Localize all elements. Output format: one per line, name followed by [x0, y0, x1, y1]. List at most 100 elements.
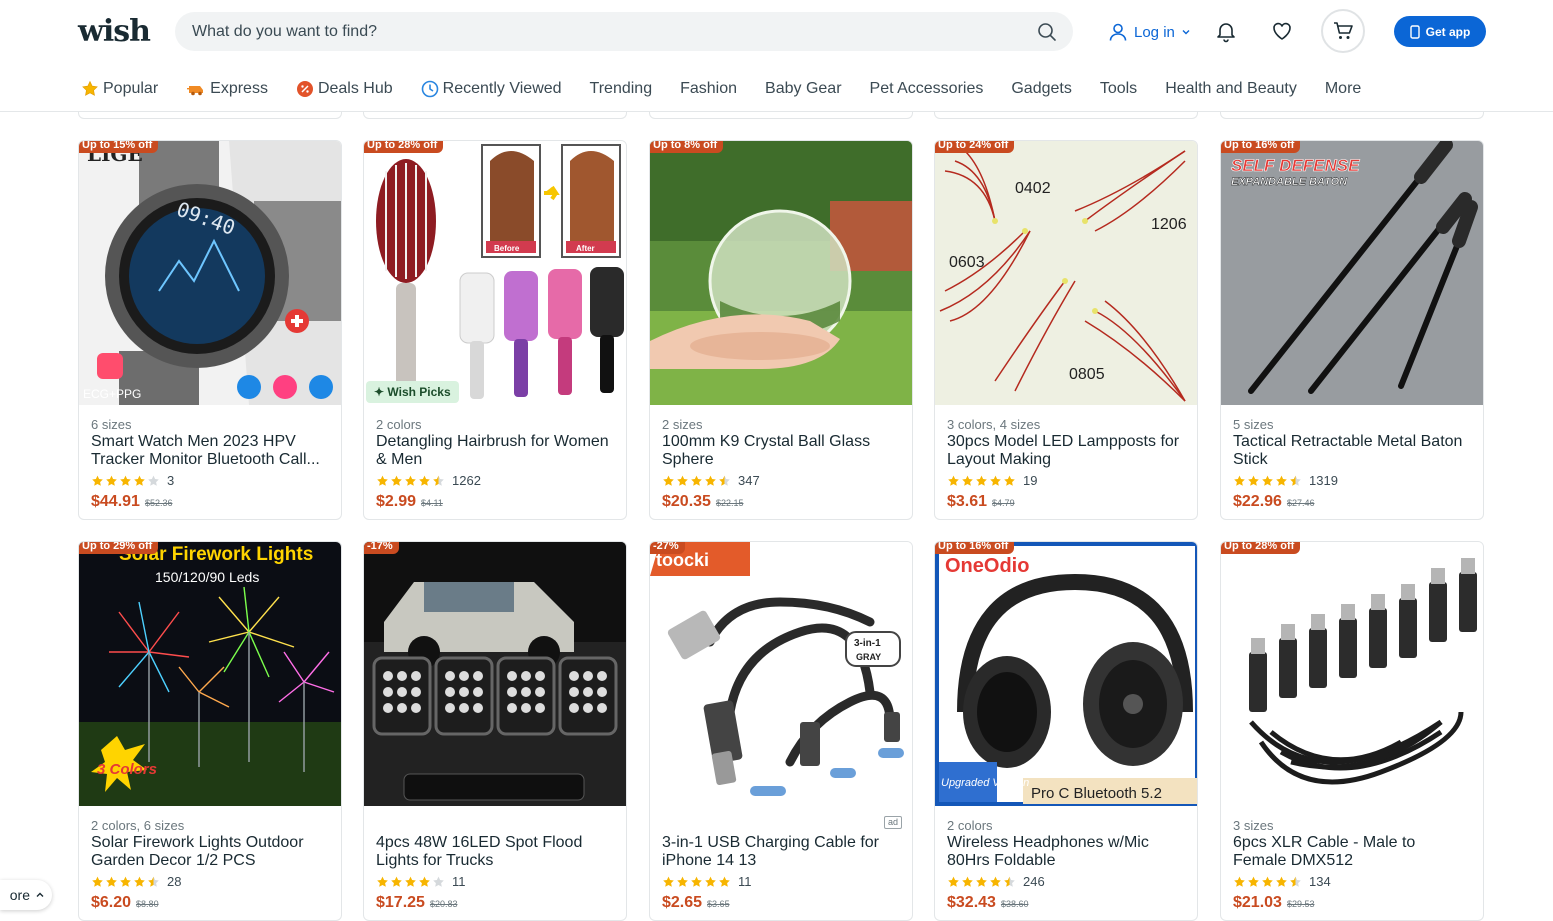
- notifications-bell-icon[interactable]: [1212, 17, 1240, 45]
- original-price: $3.65: [707, 899, 730, 909]
- product-card[interactable]: Before After Up to 28% off ✦ Wish Picks …: [363, 140, 627, 520]
- flood-lights-image[interactable]: [364, 542, 626, 806]
- product-card[interactable]: Solar Firework Lights 150/120/90 Leds 3 …: [78, 541, 342, 921]
- star-rating: [376, 475, 446, 487]
- star-icon: [1248, 475, 1259, 486]
- product-rating: 1262: [376, 473, 481, 488]
- nav-health-and-beauty[interactable]: Health and Beauty: [1165, 80, 1297, 98]
- headphones-model-text: Pro C Bluetooth 5.2: [1031, 785, 1162, 802]
- discount-badge: Up to 28% off: [364, 141, 444, 153]
- product-rating: 28: [91, 874, 181, 889]
- nav-popular[interactable]: Popular: [81, 80, 158, 98]
- product-rating: 19: [947, 473, 1037, 488]
- product-card[interactable]: Up to 8% off 2 sizes 100mm K9 Crystal Ba…: [649, 140, 913, 520]
- nav-recently-viewed[interactable]: Recently Viewed: [421, 80, 562, 98]
- current-price: $21.03: [1233, 894, 1282, 911]
- firework-lights-image[interactable]: Solar Firework Lights 150/120/90 Leds 3 …: [79, 542, 341, 806]
- review-count: 3: [167, 473, 175, 488]
- product-card[interactable]: OneOdio Upgraded Version Pro C Bluetooth…: [934, 541, 1198, 921]
- smart-watch-image[interactable]: 09:40 LIGE ECG+PPG: [79, 141, 341, 405]
- star-icon: [691, 876, 702, 887]
- product-card[interactable]: SELF DEFENSE EXPANDABLE BATON Up to 16% …: [1220, 140, 1484, 520]
- price-block: $22.96 $27.46: [1233, 493, 1314, 511]
- current-price: $17.25: [376, 894, 425, 911]
- product-title[interactable]: Tactical Retractable Metal Baton Stick: [1233, 433, 1473, 469]
- product-title[interactable]: Solar Firework Lights Outdoor Garden Dec…: [91, 834, 331, 870]
- star-icon: [405, 475, 416, 486]
- nav-gadgets[interactable]: Gadgets: [1011, 80, 1071, 98]
- crystal-ball-image[interactable]: [650, 141, 912, 405]
- star-icon: [148, 876, 159, 887]
- wish-logo[interactable]: wish: [78, 14, 151, 49]
- nav-trending[interactable]: Trending: [590, 80, 653, 98]
- original-price: $22.15: [715, 498, 744, 508]
- wishlist-heart-icon[interactable]: [1268, 17, 1296, 45]
- show-more-button[interactable]: ore: [0, 880, 52, 910]
- nav-express[interactable]: Express: [186, 80, 268, 98]
- product-title[interactable]: 6pcs XLR Cable - Male to Female DMX512: [1233, 834, 1473, 870]
- nav-deals-hub[interactable]: Deals Hub: [296, 80, 393, 98]
- original-price: $4.11: [421, 498, 443, 508]
- star-rating: [91, 876, 161, 888]
- product-card[interactable]: 0402 1206 0603 0805 Up to 24% off 3 colo…: [934, 140, 1198, 520]
- price-block: $17.25 $20.83: [376, 894, 457, 912]
- chevron-up-icon: [36, 892, 44, 897]
- product-card[interactable]: toocki 3-in-1 GRAY -27% ad 3-in-1 USB Ch…: [649, 541, 913, 921]
- price-block: $21.03 $29.53: [1233, 894, 1314, 912]
- watch-ecg-text: ECG+PPG: [83, 387, 141, 401]
- discount-badge: Up to 8% off: [650, 141, 724, 153]
- xlr-cable-image[interactable]: [1221, 542, 1483, 806]
- cart-icon: [1334, 22, 1353, 39]
- hairbrush-image[interactable]: Before After: [364, 141, 626, 405]
- product-title[interactable]: 3-in-1 USB Charging Cable for iPhone 14 …: [662, 834, 902, 870]
- product-title[interactable]: 30pcs Model LED Lampposts for Layout Mak…: [947, 433, 1187, 469]
- product-card[interactable]: 09:40 LIGE ECG+PPG Up to 15% off 6 sizes…: [78, 140, 342, 520]
- star-icon: [705, 475, 716, 486]
- firework-colors-text: 3 Colors: [97, 761, 157, 778]
- original-price: $38.60: [1000, 899, 1029, 909]
- variant-count: 5 sizes: [1233, 417, 1274, 432]
- variant-count: 2 sizes: [662, 417, 703, 432]
- login-button[interactable]: Log in: [1108, 20, 1197, 44]
- baton-image[interactable]: SELF DEFENSE EXPANDABLE BATON: [1221, 141, 1483, 405]
- star-icon: [663, 475, 674, 486]
- nav-fashion[interactable]: Fashion: [680, 80, 737, 98]
- star-icon: [106, 475, 117, 486]
- search-bar[interactable]: [175, 12, 1073, 51]
- star-icon: [377, 475, 388, 486]
- nav-baby-gear[interactable]: Baby Gear: [765, 80, 841, 98]
- star-icon: [663, 876, 674, 887]
- cart-button[interactable]: [1321, 9, 1365, 53]
- current-price: $32.43: [947, 894, 996, 911]
- star-icon: [391, 475, 402, 486]
- star-icon: [948, 876, 959, 887]
- product-rating: 134: [1233, 874, 1331, 889]
- nav-more[interactable]: More: [1325, 80, 1361, 98]
- search-input[interactable]: [192, 12, 1012, 51]
- product-card[interactable]: -17% 4pcs 48W 16LED Spot Flood Lights fo…: [363, 541, 627, 921]
- site-header: wish Log in Get app Popular Express Deal…: [0, 0, 1553, 112]
- review-count: 1262: [452, 473, 481, 488]
- review-count: 11: [738, 874, 752, 889]
- star-icon: [148, 475, 159, 486]
- variant-count: 2 colors: [947, 818, 993, 833]
- product-title[interactable]: Smart Watch Men 2023 HPV Tracker Monitor…: [91, 433, 331, 469]
- current-price: $3.61: [947, 493, 988, 510]
- search-icon[interactable]: [1037, 22, 1057, 42]
- get-app-button[interactable]: Get app: [1394, 16, 1486, 47]
- original-price: $20.83: [429, 899, 458, 909]
- hair-after-text: After: [576, 244, 595, 253]
- product-title[interactable]: 100mm K9 Crystal Ball Glass Sphere: [662, 433, 902, 469]
- product-title[interactable]: Detangling Hairbrush for Women & Men: [376, 433, 616, 469]
- current-price: $20.35: [662, 493, 711, 510]
- product-title[interactable]: Wireless Headphones w/Mic 80Hrs Foldable: [947, 834, 1187, 870]
- product-title[interactable]: 4pcs 48W 16LED Spot Flood Lights for Tru…: [376, 834, 616, 870]
- product-card[interactable]: Up to 28% off 3 sizes 6pcs XLR Cable - M…: [1220, 541, 1484, 921]
- nav-pet-accessories[interactable]: Pet Accessories: [870, 80, 984, 98]
- ad-label: ad: [883, 816, 902, 829]
- headphones-image[interactable]: OneOdio Upgraded Version Pro C Bluetooth…: [935, 542, 1197, 806]
- variant-count: 3 colors, 4 sizes: [947, 417, 1041, 432]
- nav-tools[interactable]: Tools: [1100, 80, 1137, 98]
- led-lampposts-image[interactable]: 0402 1206 0603 0805: [935, 141, 1197, 405]
- usb-cable-image[interactable]: toocki 3-in-1 GRAY: [650, 542, 912, 806]
